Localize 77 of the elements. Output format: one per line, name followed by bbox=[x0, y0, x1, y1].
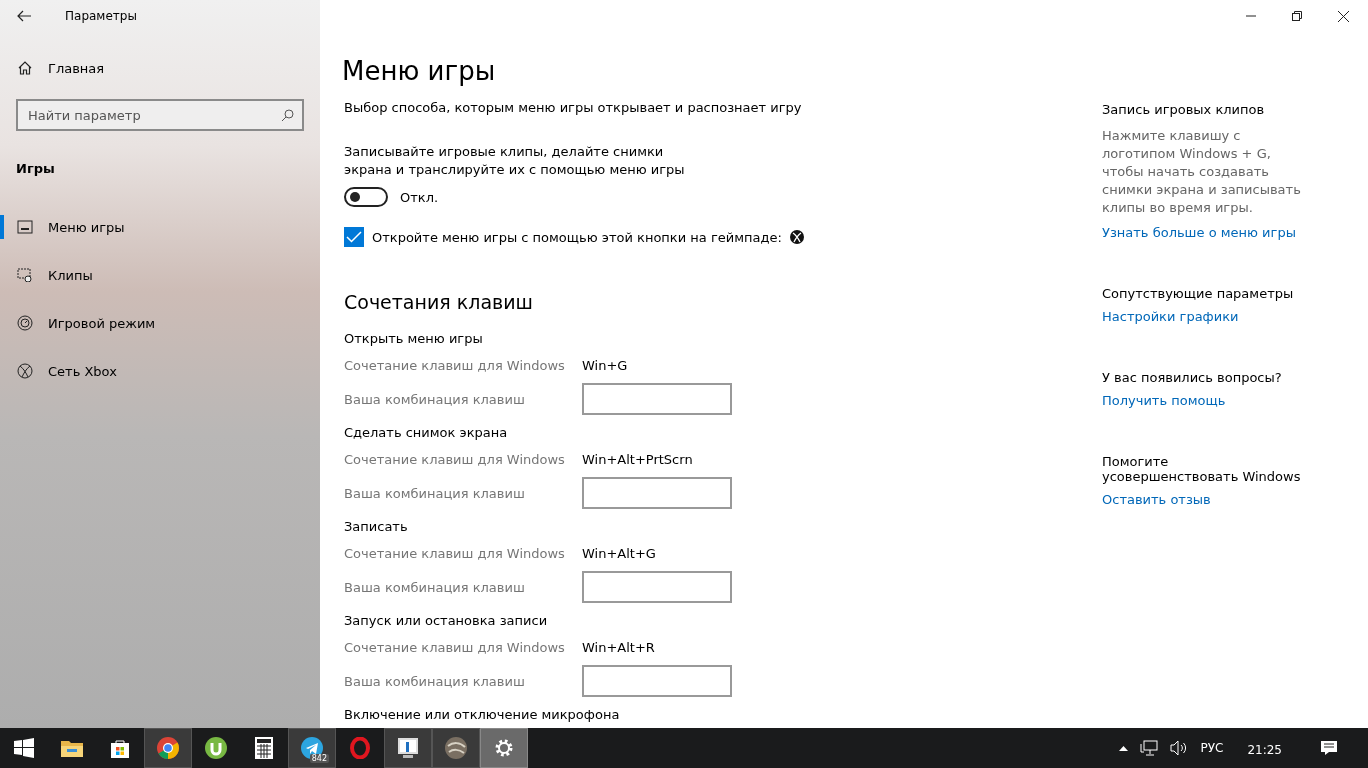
torrent-icon bbox=[205, 737, 227, 759]
xbox-icon bbox=[17, 363, 33, 379]
close-icon[interactable] bbox=[1338, 10, 1349, 22]
aside-heading: Помогите усовершенствовать Windows bbox=[1102, 454, 1302, 484]
home-icon bbox=[17, 60, 33, 76]
aside-link[interactable]: Узнать больше о меню игры bbox=[1102, 225, 1302, 240]
shortcut-name: Включение или отключение микрофона bbox=[344, 707, 621, 724]
network-icon[interactable] bbox=[1140, 740, 1159, 756]
notification-icon[interactable] bbox=[1320, 740, 1338, 756]
shortcut-label: Ваша комбинация клавиш bbox=[344, 673, 526, 689]
shortcut-keys: Win+Alt+R bbox=[582, 639, 732, 655]
gauge-icon bbox=[17, 315, 33, 331]
folder-icon bbox=[61, 739, 83, 757]
shortcut-label: Сочетание клавиш для Windows bbox=[344, 545, 566, 561]
page-title: Меню игры bbox=[342, 56, 497, 88]
language-indicator[interactable]: РУС bbox=[1200, 741, 1224, 755]
monitor-icon bbox=[397, 737, 419, 759]
shortcut-keys: Win+Alt+G bbox=[582, 545, 732, 561]
settings-icon bbox=[494, 738, 514, 758]
shortcut-name: Запуск или остановка записи bbox=[344, 613, 549, 630]
section-heading: Игры bbox=[16, 161, 56, 178]
taskbar-button[interactable] bbox=[432, 728, 480, 768]
back-icon[interactable] bbox=[17, 10, 31, 22]
shortcut-label: Сочетание клавиш для Windows bbox=[344, 639, 566, 655]
checkbox[interactable] bbox=[344, 227, 364, 247]
shortcut-keys: Win+Alt+PrtScrn bbox=[582, 451, 732, 467]
toggle-switch[interactable] bbox=[344, 187, 388, 207]
taskbar-button[interactable]: 842 bbox=[288, 728, 336, 768]
toggle-state: Откл. bbox=[400, 189, 439, 205]
toggle-description: Записывайте игровые клипы, делайте снимки экрана и транслируйте их с помощью меню игры bbox=[344, 143, 686, 179]
home-link[interactable]: Главная bbox=[17, 57, 320, 79]
checkbox-label: Откройте меню игры с помощью этой кнопки на геймпаде: bbox=[372, 229, 782, 245]
aside-link[interactable]: Настройки графики bbox=[1102, 309, 1302, 324]
speaker-icon[interactable] bbox=[1170, 740, 1189, 756]
nav-item[interactable]: Клипы bbox=[0, 251, 320, 299]
shortcut-name: Открыть меню игры bbox=[344, 331, 484, 348]
aside-heading: Сопутствующие параметры bbox=[1102, 286, 1295, 301]
opera-icon bbox=[350, 737, 370, 759]
shopping-bag-icon bbox=[110, 738, 130, 758]
xbox-icon bbox=[789, 230, 804, 244]
shortcut-input[interactable] bbox=[582, 477, 732, 509]
windows-logo-icon bbox=[14, 738, 34, 758]
shortcut-label: Ваша комбинация клавиш bbox=[344, 391, 526, 407]
nav-item[interactable]: Сеть Xbox bbox=[0, 347, 320, 395]
sphere-icon bbox=[445, 737, 467, 759]
aside-heading: Запись игровых клипов bbox=[1102, 102, 1266, 117]
search-icon bbox=[281, 109, 294, 122]
window-title: Параметры bbox=[65, 9, 137, 23]
aside-text: Нажмите клавишу с логотипом Windows + G, чтобы начать создавать снимки экрана и записывать клипы во время игры. bbox=[1102, 127, 1302, 217]
chevron-up-icon[interactable] bbox=[1119, 745, 1129, 751]
shortcut-keys: Win+G bbox=[582, 357, 732, 373]
unread-badge: 842 bbox=[309, 754, 329, 763]
shortcut-name: Сделать снимок экрана bbox=[344, 425, 509, 442]
restore-icon[interactable] bbox=[1292, 11, 1302, 21]
shortcut-label: Сочетание клавиш для Windows bbox=[344, 451, 566, 467]
shortcut-label: Ваша комбинация клавиш bbox=[344, 485, 526, 501]
nav-item[interactable]: Игровой режим bbox=[0, 299, 320, 347]
shortcut-input[interactable] bbox=[582, 571, 732, 603]
calculator-icon bbox=[255, 737, 273, 759]
shortcut-name: Записать bbox=[344, 519, 409, 536]
taskbar-button[interactable] bbox=[384, 728, 432, 768]
page-description: Выбор способа, которым меню игры открывает и распознает игру bbox=[344, 100, 803, 115]
shortcut-input[interactable] bbox=[582, 665, 732, 697]
section-heading: Сочетания клавиш bbox=[344, 291, 534, 315]
clip-icon bbox=[17, 268, 33, 282]
clock[interactable]: 21:25 bbox=[1247, 739, 1282, 757]
shortcut-label: Ваша комбинация клавиш bbox=[344, 579, 526, 595]
shortcut-label: Сочетание клавиш для Windows bbox=[344, 357, 566, 373]
taskbar-button[interactable] bbox=[144, 728, 192, 768]
gamebar-icon bbox=[17, 220, 33, 234]
aside-heading: У вас появились вопросы? bbox=[1102, 370, 1283, 385]
search-field[interactable]: Найти параметр bbox=[16, 99, 304, 131]
aside-link[interactable]: Оставить отзыв bbox=[1102, 492, 1302, 507]
aside-link[interactable]: Получить помощь bbox=[1102, 393, 1302, 408]
chrome-icon bbox=[157, 737, 179, 759]
shortcut-input[interactable] bbox=[582, 383, 732, 415]
nav-item[interactable]: Меню игры bbox=[0, 203, 320, 251]
